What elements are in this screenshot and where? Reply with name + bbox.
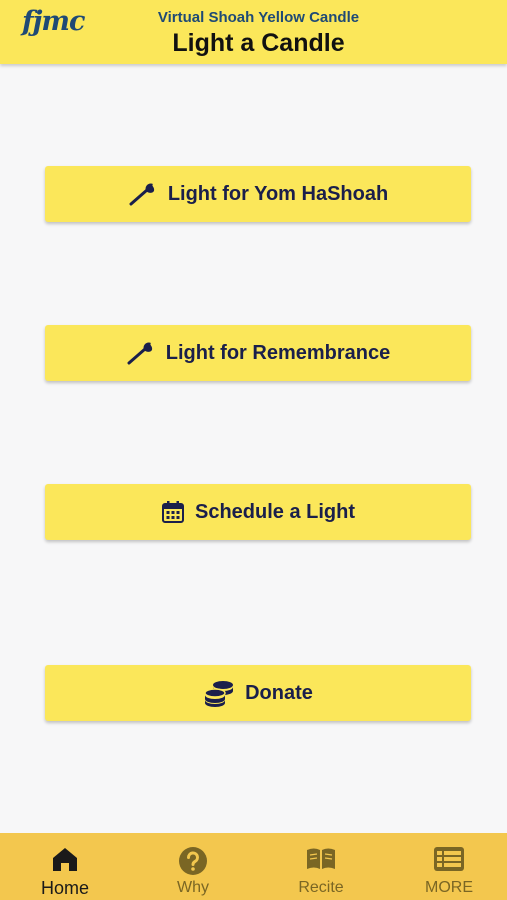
bottom-tab-bar: Home Why Recite MORE [0, 833, 507, 900]
tab-label: Home [40, 878, 89, 898]
action-label: Donate [245, 681, 313, 704]
match-icon [126, 340, 156, 366]
page-title: Light a Candle [172, 29, 345, 57]
book-icon [305, 846, 337, 877]
light-for-yom-hashoah-button[interactable]: Light for Yom HaShoah [45, 166, 471, 222]
tab-label: Why [177, 879, 209, 896]
schedule-a-light-button[interactable]: Schedule a Light [45, 484, 471, 540]
donate-button[interactable]: Donate [45, 665, 471, 721]
tab-recite[interactable]: Recite [258, 833, 384, 900]
calendar-icon [161, 500, 185, 524]
tab-why[interactable]: Why [130, 833, 256, 900]
match-icon [128, 181, 158, 207]
list-icon [433, 846, 465, 877]
app-header: fjmc Virtual Shoah Yellow Candle Light a… [0, 0, 507, 64]
tab-home[interactable]: Home [2, 833, 128, 900]
tab-more[interactable]: MORE [386, 833, 507, 900]
header-subtitle: Virtual Shoah Yellow Candle [157, 9, 360, 26]
light-for-remembrance-button[interactable]: Light for Remembrance [45, 325, 471, 381]
home-icon [51, 846, 79, 877]
coins-icon [203, 679, 235, 707]
tab-label: MORE [425, 879, 473, 896]
action-label: Schedule a Light [194, 500, 356, 523]
action-label: Light for Remembrance [165, 341, 391, 364]
action-label: Light for Yom HaShoah [167, 182, 389, 205]
tab-label: Recite [298, 879, 344, 896]
question-icon [178, 846, 208, 881]
